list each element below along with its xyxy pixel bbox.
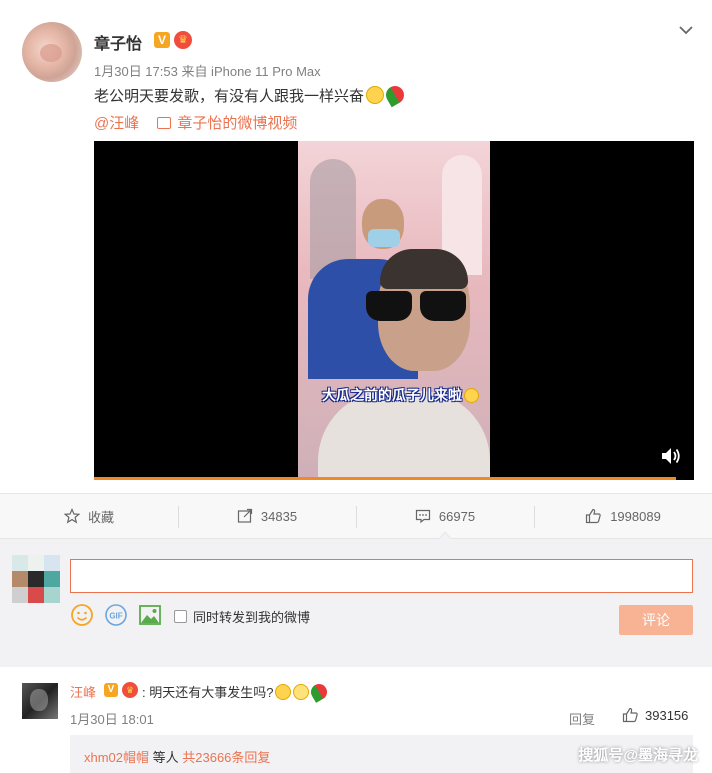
barber-mask — [368, 229, 400, 247]
video-link[interactable]: 章子怡的微博视频 — [157, 115, 297, 132]
comment-time: 1月30日 18:01 — [70, 712, 154, 727]
watermelon-emoji-icon — [308, 681, 331, 703]
volume-icon[interactable] — [660, 446, 682, 466]
lens-right — [420, 291, 466, 321]
mosaic-cell — [28, 555, 44, 571]
author-avatar[interactable] — [22, 22, 82, 82]
mosaic-cell — [28, 587, 44, 603]
mention-link[interactable]: @汪峰 — [94, 115, 139, 132]
comment-like-count: 393156 — [645, 707, 689, 723]
svg-text:GIF: GIF — [109, 612, 122, 621]
lens-left — [366, 291, 412, 321]
comment-count: 66975 — [438, 508, 476, 524]
laugh-cry-emoji-icon — [293, 684, 310, 700]
post-text-body: 老公明天要发歌，有没有人跟我一样兴奋 — [94, 88, 365, 105]
verified-badge: V — [154, 32, 170, 48]
post-text: 老公明天要发歌，有没有人跟我一样兴奋 — [94, 82, 408, 108]
comment-composer: GIF 同时转发到我的微博 评论 — [0, 539, 712, 667]
comment-input[interactable] — [70, 559, 693, 593]
subreply-mid: 等人 — [149, 750, 183, 765]
image-icon[interactable] — [138, 603, 162, 627]
sync-repost-option[interactable]: 同时转发到我的微博 — [174, 607, 310, 626]
mosaic-cell — [44, 587, 60, 603]
commenter-crown-badge: ♛ — [122, 682, 138, 698]
post-links: @汪峰 章子怡的微博视频 — [94, 112, 297, 133]
comment-like-button[interactable]: 393156 — [622, 707, 688, 723]
video-link-label: 章子怡的微博视频 — [177, 115, 298, 132]
mosaic-cell — [12, 587, 28, 603]
video-progress-fill — [94, 477, 676, 480]
crown-badge: ♛ — [174, 31, 192, 49]
star-icon — [63, 508, 80, 524]
video-progress-bar[interactable] — [94, 477, 694, 480]
mosaic-cell — [28, 571, 44, 587]
commenter-avatar[interactable] — [22, 683, 58, 719]
favorite-button[interactable]: 收藏 — [0, 494, 178, 538]
grin-emoji-icon — [366, 86, 385, 104]
thumbs-up-icon — [586, 508, 601, 524]
like-count: 1998089 — [610, 508, 661, 524]
client-hair — [380, 249, 468, 289]
subreply-count[interactable]: 共23666条回复 — [182, 750, 270, 765]
action-bar: 收藏 34835 66975 1998089 — [0, 493, 712, 539]
author-name[interactable]: 章子怡 — [94, 30, 142, 54]
thumbs-up-icon — [622, 707, 638, 723]
comment-icon — [415, 509, 431, 524]
sunglasses — [366, 291, 472, 321]
comment-text-body: : 明天还有大事发生吗? — [142, 685, 274, 700]
submit-comment-button[interactable]: 评论 — [619, 605, 693, 635]
mosaic-cell — [12, 555, 28, 571]
reply-button[interactable]: 回复 — [569, 709, 595, 728]
mosaic-cell — [44, 571, 60, 587]
video-caption: 大瓜之前的瓜子儿来啦 — [322, 385, 479, 405]
subreply-user[interactable]: xhm02帽帽 — [84, 750, 149, 765]
repost-count: 34835 — [260, 508, 298, 524]
repost-icon — [237, 508, 253, 523]
sync-repost-checkbox[interactable] — [174, 610, 187, 623]
grin-emoji-icon — [464, 388, 479, 403]
video-player[interactable]: 大瓜之前的瓜子儿来啦 — [94, 141, 694, 480]
emoji-icon[interactable] — [70, 603, 94, 627]
post-meta: 1月30日 17:53 来自 iPhone 11 Pro Max — [94, 64, 321, 79]
watermelon-emoji-icon — [382, 82, 408, 108]
current-user-avatar — [12, 555, 60, 603]
commenter-verified-badge: V — [104, 683, 118, 697]
grin-emoji-icon — [275, 684, 292, 700]
chevron-down-icon[interactable] — [678, 22, 694, 38]
sync-repost-label: 同时转发到我的微博 — [193, 610, 311, 625]
mosaic-cell — [12, 571, 28, 587]
favorite-label: 收藏 — [87, 509, 114, 525]
video-caption-text: 大瓜之前的瓜子儿来啦 — [322, 387, 462, 403]
watermark: 搜狐号@墨海寻龙 — [578, 747, 698, 764]
comment-text: : 明天还有大事发生吗? — [142, 681, 331, 703]
repost-button[interactable]: 34835 — [178, 494, 356, 538]
video-frame: 大瓜之前的瓜子儿来啦 — [298, 141, 490, 477]
video-icon — [157, 117, 172, 129]
gif-icon[interactable]: GIF — [104, 603, 128, 627]
mosaic-cell — [44, 555, 60, 571]
like-button[interactable]: 1998089 — [534, 494, 712, 538]
commenter-name[interactable]: 汪峰 — [70, 682, 96, 701]
